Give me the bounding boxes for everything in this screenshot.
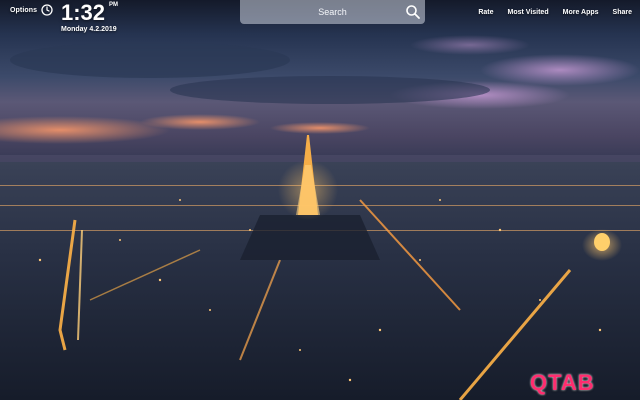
clock-icon[interactable] <box>41 3 53 16</box>
nav-more-apps-link[interactable]: More Apps <box>563 9 599 16</box>
nav-share-link[interactable]: Share <box>613 9 632 16</box>
qtab-logo: QTAB <box>530 370 595 395</box>
nav-rate-link[interactable]: Rate <box>478 9 493 16</box>
clock-time: 1:32 <box>61 0 106 25</box>
background-image <box>0 0 640 400</box>
clock-ampm: PM <box>109 2 118 8</box>
search-input[interactable] <box>240 0 400 24</box>
options-link[interactable]: Options <box>10 7 37 14</box>
top-nav: Rate Most Visited More Apps Share <box>478 9 632 16</box>
search-icon[interactable] <box>405 4 421 20</box>
clock-date: Monday 4.2.2019 <box>61 26 117 33</box>
top-bar: Options 1:32 PM Monday 4.2.2019 Rate Mos… <box>0 0 640 40</box>
search-bar[interactable] <box>240 0 425 24</box>
nav-most-visited-link[interactable]: Most Visited <box>508 9 549 16</box>
